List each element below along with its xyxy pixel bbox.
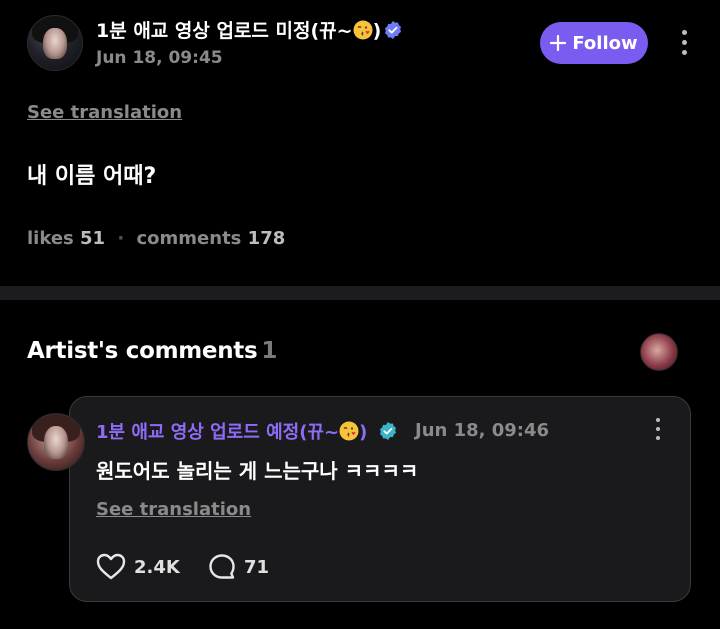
- likes-count: 51: [80, 228, 106, 249]
- comment-body-text: 원도어도 놀리는 게 느는구나 ㅋㅋㅋㅋ: [96, 459, 419, 483]
- comment-reply-count: 71: [244, 556, 270, 578]
- artist-comments-title: Artist's comments: [27, 338, 258, 364]
- kissing-face-emoji: [353, 20, 373, 40]
- post-stats: likes 51 · comments 178: [27, 228, 285, 249]
- post-see-translation-link[interactable]: See translation: [27, 102, 182, 123]
- comment-bubble-icon: [209, 554, 235, 579]
- follow-button-label: Follow: [572, 32, 638, 54]
- heart-icon: [96, 553, 126, 580]
- comment-see-translation-link[interactable]: See translation: [96, 499, 251, 520]
- artist-thumbnail-avatar[interactable]: [640, 333, 678, 371]
- artist-comments-count: 1: [261, 338, 278, 364]
- comment-date: Jun 18, 09:46: [415, 420, 550, 441]
- post-author-name[interactable]: 1분 애교 영상 업로드 미정(뀨~): [96, 16, 403, 43]
- post-body-text: 내 이름 어때?: [27, 164, 157, 189]
- post-more-options-icon[interactable]: [672, 27, 696, 57]
- comments-count[interactable]: 178: [248, 228, 286, 249]
- follow-button[interactable]: Follow: [540, 22, 648, 64]
- comment-more-options-icon[interactable]: [646, 416, 670, 442]
- stats-separator: ·: [117, 228, 125, 249]
- section-divider: [0, 286, 720, 300]
- post-date: Jun 18, 09:45: [96, 48, 223, 68]
- comment-like-button[interactable]: 2.4K: [96, 553, 180, 581]
- comment-author-name-suffix: ): [359, 422, 368, 443]
- plus-icon: [550, 35, 567, 51]
- verified-badge-icon: [385, 21, 402, 39]
- artist-comments-heading: Artist's comments 1: [27, 338, 277, 364]
- comment-reply-button[interactable]: 71: [208, 553, 269, 581]
- likes-label: likes: [27, 228, 74, 249]
- post-author-name-text: 1분 애교 영상 업로드 미정(뀨~: [96, 20, 353, 42]
- comment-author-avatar[interactable]: [27, 413, 85, 471]
- verified-badge-icon: [379, 422, 396, 440]
- comments-label[interactable]: comments: [137, 228, 242, 249]
- comment-author-name[interactable]: 1분 애교 영상 업로드 예정(뀨~): [96, 418, 398, 444]
- comment-author-name-text: 1분 애교 영상 업로드 예정(뀨~: [96, 422, 340, 443]
- kissing-face-emoji: [339, 421, 359, 441]
- post-author-avatar[interactable]: [27, 15, 83, 71]
- post-author-name-suffix: ): [372, 20, 382, 42]
- comment-like-count: 2.4K: [134, 556, 180, 578]
